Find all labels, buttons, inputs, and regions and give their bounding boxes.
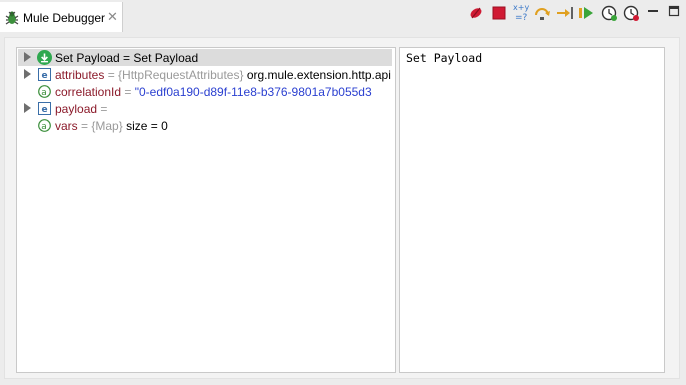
tree-row-label: payload = xyxy=(55,102,108,116)
svg-text:e: e xyxy=(42,105,48,115)
class-icon: e xyxy=(38,102,51,115)
detail-pane[interactable]: Set Payload xyxy=(399,47,665,373)
step-into-icon[interactable] xyxy=(555,4,575,26)
tab-title: Mule Debugger xyxy=(23,11,106,25)
detail-text[interactable]: Set Payload xyxy=(406,51,482,65)
clear-breakpoints-icon[interactable] xyxy=(467,4,487,26)
attribute-icon: a xyxy=(38,85,51,98)
maximize-icon[interactable] xyxy=(667,4,686,26)
expression-icon[interactable]: x+y =? xyxy=(511,2,531,24)
svg-text:a: a xyxy=(41,88,47,98)
tree-row-label: vars = {Map} size = 0 xyxy=(55,119,168,133)
expand-arrow-icon[interactable] xyxy=(24,69,31,79)
bug-icon xyxy=(5,11,19,25)
tab-mule-debugger[interactable]: Mule Debugger ✕ xyxy=(0,2,123,32)
resume-icon[interactable] xyxy=(577,4,597,26)
tree-row-label: attributes = {HttpRequestAttributes} org… xyxy=(55,68,391,82)
expand-arrow-icon[interactable] xyxy=(24,103,31,113)
svg-text:x+y: x+y xyxy=(513,3,529,12)
variables-tree[interactable]: Set Payload = Set Payload e attributes =… xyxy=(16,47,396,373)
tree-row-label: Set Payload = Set Payload xyxy=(55,51,199,65)
minimize-icon[interactable] xyxy=(646,4,666,26)
class-icon: e xyxy=(38,68,51,81)
run-to-processor-icon[interactable] xyxy=(600,4,620,26)
stop-icon[interactable] xyxy=(490,4,510,26)
tree-row-set-payload[interactable]: Set Payload = Set Payload xyxy=(18,49,392,66)
expand-arrow-icon[interactable] xyxy=(24,52,31,62)
message-processor-icon xyxy=(37,50,52,65)
svg-text:e: e xyxy=(42,71,48,81)
tree-row-correlation-id[interactable]: a correlationId = "0-edf0a190-d89f-11e8-… xyxy=(18,83,392,100)
tree-row-vars[interactable]: a vars = {Map} size = 0 xyxy=(18,117,392,134)
tree-row-attributes[interactable]: e attributes = {HttpRequestAttributes} o… xyxy=(18,66,392,83)
stop-at-time-icon[interactable] xyxy=(622,4,642,26)
step-over-icon[interactable] xyxy=(533,4,553,26)
attribute-icon: a xyxy=(38,119,51,132)
svg-text:a: a xyxy=(41,122,47,132)
view-tab-bar: Mule Debugger ✕ x+y =? xyxy=(0,0,686,32)
close-icon[interactable]: ✕ xyxy=(107,10,118,24)
svg-text:=?: =? xyxy=(515,13,528,23)
tree-row-payload[interactable]: e payload = xyxy=(18,100,392,117)
tree-row-label: correlationId = "0-edf0a190-d89f-11e8-b3… xyxy=(55,85,372,99)
